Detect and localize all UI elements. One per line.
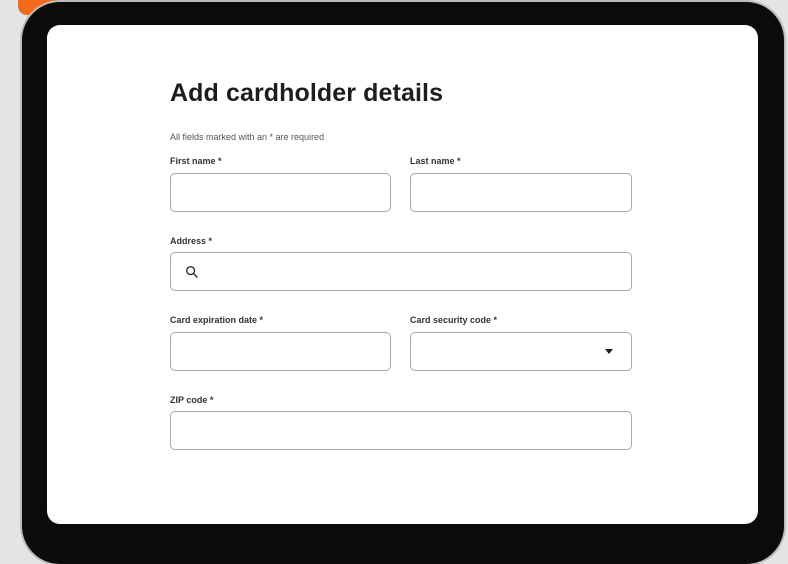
expiration-date-field[interactable] xyxy=(170,332,391,371)
first-name-input[interactable] xyxy=(171,174,390,211)
security-code-label: Card security code * xyxy=(410,315,498,325)
zip-code-label: ZIP code * xyxy=(170,395,214,405)
security-code-select[interactable] xyxy=(410,332,632,371)
chevron-down-icon[interactable] xyxy=(605,349,613,354)
last-name-input[interactable] xyxy=(411,174,631,211)
address-label: Address * xyxy=(170,236,213,246)
address-field[interactable] xyxy=(170,252,632,291)
required-fields-note: All fields marked with an * are required xyxy=(170,132,325,142)
first-name-label: First name * xyxy=(170,156,222,166)
expiration-date-input[interactable] xyxy=(171,333,390,370)
last-name-field[interactable] xyxy=(410,173,632,212)
search-icon xyxy=(185,265,198,278)
address-input[interactable] xyxy=(171,253,631,290)
zip-code-field[interactable] xyxy=(170,411,632,450)
tablet-screen: Add cardholder details All fields marked… xyxy=(47,25,758,524)
expiration-date-label: Card expiration date * xyxy=(170,315,264,325)
page-title: Add cardholder details xyxy=(170,79,444,107)
last-name-label: Last name * xyxy=(410,156,461,166)
zip-code-input[interactable] xyxy=(171,412,631,449)
first-name-field[interactable] xyxy=(170,173,391,212)
